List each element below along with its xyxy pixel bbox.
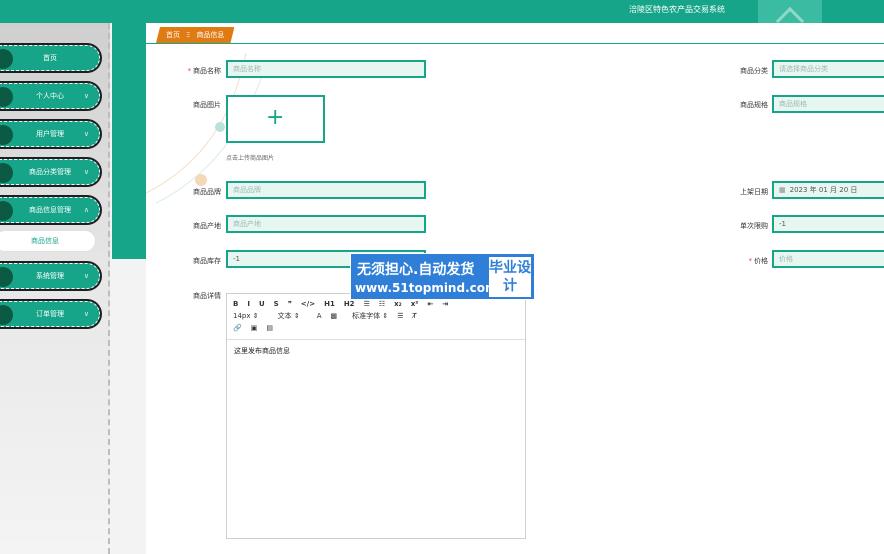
italic-button[interactable]: I (247, 300, 250, 308)
chevron-down-icon: ∨ (83, 92, 89, 100)
date-label: 上架日期 (740, 188, 768, 196)
quote-button[interactable]: ❞ (288, 300, 292, 308)
image-upload[interactable]: + (226, 95, 325, 143)
clear-format-button[interactable]: T̸ (412, 312, 416, 320)
editor-toolbar: B I U S ❞ </> H1 H2 ☰ ☷ x₂ x² ⇤ ⇥ 14px ⇕… (227, 294, 525, 340)
menu-dot-icon (0, 201, 13, 221)
app-title: 涪陵区特色农产品交易系统 (629, 5, 725, 14)
underline-button[interactable]: U (259, 300, 265, 308)
font-size-select[interactable]: 14px ⇕ (233, 312, 259, 320)
watermark-badge: 毕业设计 (489, 257, 531, 297)
calendar-icon: ▦ (779, 186, 786, 194)
divider (146, 43, 884, 44)
ordered-list-button[interactable]: ☰ (364, 300, 370, 308)
video-icon[interactable]: ▤ (266, 324, 273, 332)
image-label: 商品图片 (193, 101, 221, 109)
bullet-list-button[interactable]: ☷ (379, 300, 385, 308)
date-picker[interactable]: ▦ 2023 年 01 月 20 日 (772, 181, 884, 199)
sidebar-item-home[interactable]: 首页 (0, 45, 100, 71)
menu-dot-icon (0, 49, 13, 69)
upload-hint: 点击上传商品图片 (226, 155, 275, 162)
font-family-select[interactable]: 标准字体 ⇕ (352, 311, 388, 321)
chevron-down-icon: ∨ (83, 130, 89, 138)
subscript-button[interactable]: x₂ (394, 300, 402, 308)
indent-button[interactable]: ⇥ (442, 300, 448, 308)
sidebar-item-system[interactable]: 系统管理 ∨ (0, 263, 100, 289)
price-input[interactable]: 价格 (772, 250, 884, 268)
menu-dot-icon (0, 163, 13, 183)
detail-label: 商品详情 (193, 292, 221, 300)
background-color-button[interactable]: ▩ (330, 312, 337, 320)
text-color-button[interactable]: A (317, 312, 322, 320)
outdent-button[interactable]: ⇤ (427, 300, 433, 308)
breadcrumb-home[interactable]: 首页 (166, 30, 180, 40)
spec-input[interactable]: 商品规格 (772, 95, 884, 113)
chevron-down-icon: ∨ (83, 272, 89, 280)
h2-button[interactable]: H2 (344, 300, 355, 308)
link-icon[interactable]: 🔗 (233, 324, 242, 332)
sidebar: 首页 个人中心 ∨ 用户管理 ∨ 商品分类管理 ∨ 商品信息管理 ∧ 商品信息 系统管理… (0, 23, 110, 554)
top-bar: 涪陵区特色农产品交易系统 (0, 0, 884, 36)
watermark-banner: 无须担心.自动发货 www.51topmind.com 毕业设计 (350, 253, 535, 300)
decor-block (112, 23, 146, 259)
code-button[interactable]: </> (301, 300, 315, 308)
sidebar-item-profile[interactable]: 个人中心 ∨ (0, 83, 100, 109)
stock-label: 商品库存 (193, 257, 221, 265)
menu-dot-icon (0, 305, 13, 325)
header-select[interactable]: 文本 ⇕ (278, 311, 300, 321)
menu-dot-icon (0, 267, 13, 287)
bold-button[interactable]: B (233, 300, 238, 308)
sidebar-item-users[interactable]: 用户管理 ∨ (0, 121, 100, 147)
breadcrumb: 首页 Ξ 商品信息 (156, 27, 234, 43)
category-label: 商品分类 (740, 67, 768, 75)
sidebar-item-orders[interactable]: 订单管理 ∨ (0, 301, 100, 327)
chevron-down-icon: ∨ (83, 168, 89, 176)
sidebar-item-category[interactable]: 商品分类管理 ∨ (0, 159, 100, 185)
strike-button[interactable]: S (274, 300, 279, 308)
watermark-url: www.51topmind.com (355, 281, 498, 295)
limit-input[interactable]: -1 (772, 215, 884, 233)
breadcrumb-current: 商品信息 (196, 31, 225, 39)
origin-input[interactable]: 商品产地 (226, 215, 426, 233)
menu-dot-icon (0, 125, 13, 145)
limit-label: 单次限购 (740, 222, 768, 230)
editor-content[interactable]: 这里发布商品信息 (227, 340, 525, 362)
watermark-line1: 无须担心.自动发货 (357, 262, 475, 278)
image-icon[interactable]: ▣ (251, 324, 258, 332)
spec-label: 商品规格 (740, 101, 768, 109)
name-label: * 商品名称 (187, 67, 222, 75)
origin-label: 商品产地 (193, 222, 221, 230)
rich-text-editor: B I U S ❞ </> H1 H2 ☰ ☷ x₂ x² ⇤ ⇥ 14px ⇕… (226, 293, 526, 539)
sidebar-subitem-product-info[interactable]: 商品信息 (0, 230, 96, 252)
name-input[interactable]: 商品名称 (226, 60, 426, 78)
h1-button[interactable]: H1 (324, 300, 335, 308)
breadcrumb-separator: Ξ (186, 31, 191, 39)
price-label: * 价格 (748, 257, 769, 265)
brand-label: 商品品牌 (193, 188, 221, 196)
sidebar-item-products[interactable]: 商品信息管理 ∧ (0, 197, 100, 223)
home-button[interactable] (758, 0, 822, 36)
align-button[interactable]: ☰ (397, 312, 403, 320)
superscript-button[interactable]: x² (411, 300, 419, 308)
plus-icon: + (266, 105, 285, 130)
menu-dot-icon (0, 87, 13, 107)
chevron-up-icon: ∧ (83, 206, 89, 214)
brand-input[interactable]: 商品品牌 (226, 181, 426, 199)
chevron-down-icon: ∨ (83, 310, 89, 318)
category-select[interactable]: 请选择商品分类 (772, 60, 884, 78)
